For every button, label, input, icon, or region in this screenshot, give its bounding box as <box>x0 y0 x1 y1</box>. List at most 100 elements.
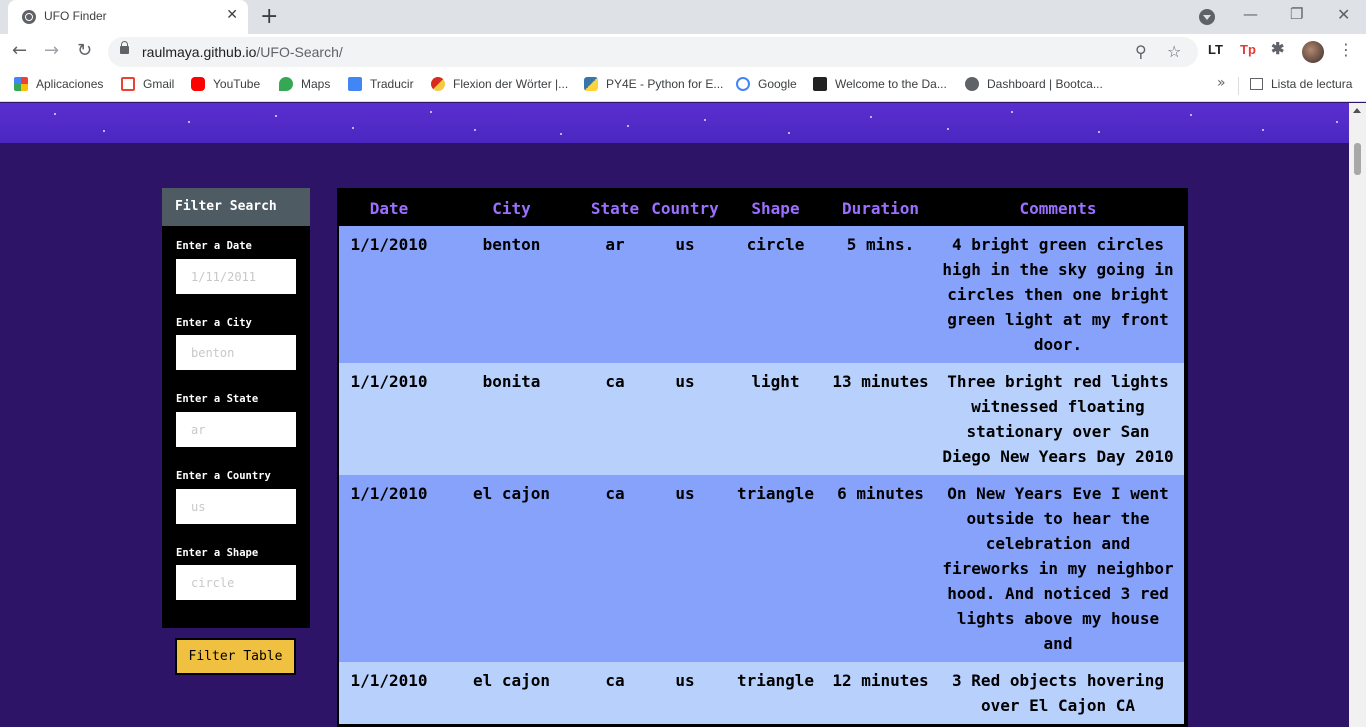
flexion-icon <box>431 77 445 91</box>
close-tab-icon[interactable]: ✕ <box>226 7 238 23</box>
scroll-thumb[interactable] <box>1354 143 1361 175</box>
bookmark-google[interactable]: Google <box>736 77 797 91</box>
tab-search-icon[interactable] <box>1199 9 1215 25</box>
star-dot <box>474 129 476 131</box>
address-bar[interactable]: raulmaya.github.io/UFO-Search/ ⚲ ☆ <box>108 37 1198 67</box>
url-text[interactable]: raulmaya.github.io/UFO-Search/ <box>142 44 343 60</box>
bookmark-dashboard[interactable]: Dashboard | Bootca... <box>965 77 1103 91</box>
reading-list-icon <box>1250 78 1263 90</box>
table-row: 1/1/2010 benton ar us circle 5 mins. 4 b… <box>339 226 1184 363</box>
bookmarks-bar: Aplicaciones Gmail YouTube Maps Traducir… <box>0 70 1366 102</box>
bookmark-label: Gmail <box>143 77 175 91</box>
star-dot <box>1190 114 1192 116</box>
zoom-icon[interactable]: ⚲ <box>1135 42 1147 61</box>
bookmark-youtube[interactable]: YouTube <box>191 77 260 91</box>
bookmark-traducir[interactable]: Traducir <box>348 77 414 91</box>
star-dot <box>1098 131 1100 133</box>
reload-icon[interactable]: ↻ <box>77 40 92 61</box>
cell-state: ca <box>584 363 646 475</box>
profile-avatar[interactable] <box>1302 41 1324 63</box>
lock-icon[interactable] <box>120 41 129 54</box>
cell-city: el cajon <box>439 475 584 662</box>
table-row: 1/1/2010 el cajon ca us triangle 6 minut… <box>339 475 1184 662</box>
state-input[interactable] <box>176 412 296 447</box>
cell-date: 1/1/2010 <box>339 475 439 662</box>
filter-table-button[interactable]: Filter Table <box>175 638 296 675</box>
header-shape: Shape <box>751 198 800 218</box>
google-icon <box>736 77 750 91</box>
restore-icon[interactable]: ❐ <box>1290 5 1303 23</box>
bookmark-label: Dashboard | Bootca... <box>987 77 1103 91</box>
cell-state: ca <box>584 475 646 662</box>
star-dot <box>275 115 277 117</box>
reading-list-label: Lista de lectura <box>1271 77 1353 91</box>
ufo-table: Date City State Country Shape Duration C… <box>339 188 1184 724</box>
star-dot <box>870 116 872 118</box>
minimize-icon[interactable]: — <box>1243 5 1258 23</box>
url-path: /UFO-Search/ <box>256 44 343 60</box>
star-dot <box>188 121 190 123</box>
globe-icon <box>965 77 979 91</box>
city-input[interactable] <box>176 335 296 370</box>
bookmark-star-icon[interactable]: ☆ <box>1167 42 1181 61</box>
state-label: Enter a State <box>176 393 259 405</box>
shape-input[interactable] <box>176 565 296 600</box>
browser-menu-icon[interactable]: ⋮ <box>1338 40 1354 59</box>
more-bookmarks-icon[interactable]: » <box>1217 75 1226 91</box>
browser-tabstrip: UFO Finder ✕ + — ❐ ✕ <box>0 0 1366 34</box>
shape-label: Enter a Shape <box>176 547 259 559</box>
cell-shape: circle <box>724 226 827 363</box>
cell-duration: 6 minutes <box>827 475 934 662</box>
cell-country: us <box>646 226 724 363</box>
scroll-up-icon[interactable] <box>1353 108 1361 113</box>
back-icon[interactable]: ← <box>12 40 27 61</box>
bookmark-gmail[interactable]: Gmail <box>121 77 174 91</box>
city-label: Enter a City <box>176 317 252 329</box>
cell-comments: Three bright red lights witnessed floati… <box>934 363 1184 475</box>
page-scrollbar[interactable] <box>1349 103 1366 727</box>
forward-icon[interactable]: → <box>44 40 59 61</box>
tp-extension-icon[interactable]: Tp <box>1240 42 1256 57</box>
new-tab-icon[interactable]: + <box>260 4 278 29</box>
book-icon <box>813 77 827 91</box>
star-dot <box>704 119 706 121</box>
browser-tab[interactable]: UFO Finder ✕ <box>8 0 248 34</box>
browser-toolbar: ← → ↻ raulmaya.github.io/UFO-Search/ ⚲ ☆… <box>0 34 1366 70</box>
header-city: City <box>492 198 531 218</box>
cell-date: 1/1/2010 <box>339 226 439 363</box>
bookmark-maps[interactable]: Maps <box>279 77 330 91</box>
bookmark-flexion[interactable]: Flexion der Wörter |... <box>431 77 568 91</box>
bookmark-label: Google <box>758 77 797 91</box>
reading-list-button[interactable]: Lista de lectura <box>1250 77 1352 91</box>
header-date: Date <box>369 198 409 218</box>
cell-shape: triangle <box>724 475 827 662</box>
country-label: Enter a Country <box>176 470 271 482</box>
star-dot <box>430 111 432 113</box>
header-state: State <box>590 198 640 218</box>
close-window-icon[interactable]: ✕ <box>1337 5 1350 24</box>
languagetool-extension-icon[interactable]: LT <box>1208 42 1223 57</box>
bookmark-label: Maps <box>301 77 331 91</box>
table-header-row: Date City State Country Shape Duration C… <box>339 188 1184 226</box>
header-country: Country <box>651 198 719 218</box>
cell-comments: 3 Red objects hovering over El Cajon CA <box>934 662 1184 724</box>
country-input[interactable] <box>176 489 296 524</box>
star-dot <box>947 128 949 130</box>
cell-country: us <box>646 475 724 662</box>
bookmark-welcome[interactable]: Welcome to the Da... <box>813 77 947 91</box>
tab-title: UFO Finder <box>44 9 107 23</box>
header-duration: Duration <box>841 198 920 218</box>
maps-icon <box>279 77 293 91</box>
cell-country: us <box>646 363 724 475</box>
extensions-puzzle-icon[interactable]: ✱ <box>1271 39 1284 59</box>
star-dot <box>103 130 105 132</box>
date-input[interactable] <box>176 259 296 294</box>
gmail-icon <box>121 77 135 91</box>
bookmark-aplicaciones[interactable]: Aplicaciones <box>14 77 103 91</box>
cell-city: benton <box>439 226 584 363</box>
star-dot <box>1262 129 1264 131</box>
cell-shape: triangle <box>724 662 827 724</box>
bookmark-py4e[interactable]: PY4E - Python for E... <box>584 77 723 91</box>
cell-comments: On New Years Eve I went outside to hear … <box>934 475 1184 662</box>
bookmark-label: Traducir <box>370 77 414 91</box>
